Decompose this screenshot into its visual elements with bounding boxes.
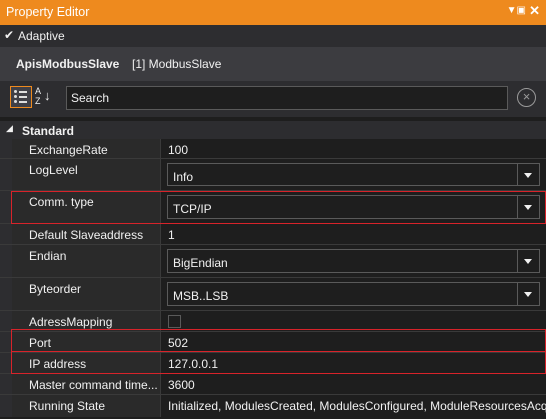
- dropdown-value: TCP/IP: [173, 202, 212, 216]
- toolbar: A Z ↓ ×: [0, 81, 546, 117]
- dropdown-value: Info: [173, 170, 194, 184]
- close-icon[interactable]: ✕: [529, 3, 540, 19]
- object-name: ApisModbusSlave: [16, 57, 120, 71]
- property-value[interactable]: 100: [168, 143, 188, 157]
- loglevel-dropdown[interactable]: Info: [167, 163, 540, 186]
- chevron-down-icon[interactable]: [517, 196, 539, 218]
- clear-search-icon[interactable]: ×: [517, 88, 536, 107]
- property-row-endian[interactable]: Endian BigEndian: [0, 245, 546, 278]
- category-header[interactable]: ◢ Standard: [0, 121, 546, 139]
- property-name: AdressMapping: [29, 315, 113, 329]
- property-name: Port: [29, 336, 52, 350]
- categorized-view-button[interactable]: [10, 86, 32, 108]
- search-input[interactable]: [67, 87, 507, 109]
- dropdown-value: MSB..LSB: [173, 289, 229, 303]
- property-row-master-command-timeout[interactable]: Master command time... 3600: [0, 374, 546, 395]
- property-name: Byteorder: [29, 282, 82, 296]
- property-row-exchangerate[interactable]: ExchangeRate 100: [0, 139, 546, 159]
- property-row-adressmapping[interactable]: AdressMapping: [0, 311, 546, 332]
- property-value[interactable]: 502: [168, 336, 188, 350]
- chevron-down-icon[interactable]: [517, 283, 539, 305]
- property-name: LogLevel: [29, 163, 78, 177]
- property-name: Running State: [29, 399, 106, 413]
- pin-icon[interactable]: ▼▣: [507, 5, 526, 16]
- comm-type-dropdown[interactable]: TCP/IP: [167, 195, 540, 219]
- property-name: ExchangeRate: [29, 143, 108, 157]
- sort-a-icon: A: [35, 86, 42, 96]
- category-label: Standard: [22, 124, 75, 138]
- object-type: [1] ModbusSlave: [132, 57, 222, 71]
- adaptive-row[interactable]: ✔ Adaptive: [0, 25, 546, 47]
- chevron-down-icon[interactable]: [517, 250, 539, 272]
- collapse-triangle-icon[interactable]: ◢: [6, 123, 13, 134]
- property-row-running-state[interactable]: Running State Initialized, ModulesCreate…: [0, 395, 546, 417]
- chevron-down-icon[interactable]: [517, 164, 539, 185]
- property-name: IP address: [29, 357, 87, 371]
- property-value[interactable]: 3600: [168, 378, 195, 392]
- title-bar: Property Editor ▼▣ ✕: [0, 0, 546, 25]
- property-name: Master command time...: [29, 378, 158, 392]
- alphabetical-sort-button[interactable]: A Z ↓: [34, 86, 54, 107]
- adaptive-label: Adaptive: [18, 29, 65, 43]
- property-value[interactable]: 127.0.0.1: [168, 357, 218, 371]
- search-box[interactable]: [66, 86, 508, 110]
- property-row-byteorder[interactable]: Byteorder MSB..LSB: [0, 278, 546, 311]
- endian-dropdown[interactable]: BigEndian: [167, 249, 540, 273]
- property-name: Default Slaveaddress: [29, 228, 144, 242]
- property-value[interactable]: 1: [168, 228, 175, 242]
- property-row-port[interactable]: Port 502: [0, 332, 546, 353]
- property-row-comm-type[interactable]: Comm. type TCP/IP: [0, 191, 546, 224]
- property-value[interactable]: Initialized, ModulesCreated, ModulesConf…: [168, 399, 546, 413]
- byteorder-dropdown[interactable]: MSB..LSB: [167, 282, 540, 306]
- selected-object-header: ApisModbusSlave [1] ModbusSlave: [0, 47, 546, 81]
- property-grid: ◢ Standard ExchangeRate 100 LogLevel Inf…: [0, 117, 546, 419]
- checkmark-icon[interactable]: ✔: [4, 28, 14, 42]
- property-row-loglevel[interactable]: LogLevel Info: [0, 159, 546, 191]
- adressmapping-checkbox[interactable]: [168, 315, 181, 328]
- property-name: Endian: [29, 249, 67, 263]
- property-row-default-slaveaddress[interactable]: Default Slaveaddress 1: [0, 224, 546, 245]
- sort-z-icon: Z: [35, 96, 41, 106]
- property-name: Comm. type: [29, 195, 94, 209]
- sort-arrow-icon: ↓: [44, 88, 51, 103]
- window-title: Property Editor: [6, 5, 90, 19]
- property-row-ip-address[interactable]: IP address 127.0.0.1: [0, 353, 546, 374]
- dropdown-value: BigEndian: [173, 256, 228, 270]
